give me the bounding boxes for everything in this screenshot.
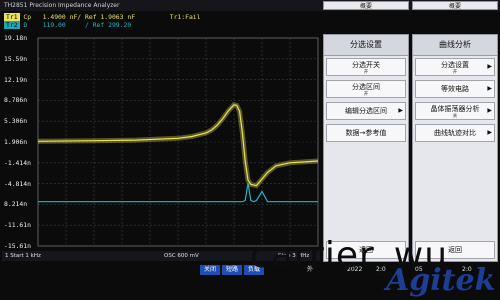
trace-2-ref-value: 299.20 xyxy=(108,21,132,29)
trace-2-value: 119.00 xyxy=(42,21,66,29)
trace-chart xyxy=(37,37,319,247)
trace-2-param: D xyxy=(23,21,28,29)
trace-1-line xyxy=(37,104,319,187)
data-to-ref-button[interactable]: 数据→参考值 xyxy=(326,124,406,142)
open-cal-button[interactable]: 关闭 xyxy=(200,265,220,275)
trace-2-row: Tr2 D 119.00 / Ref 299.20 xyxy=(4,21,131,29)
trace-1-status: Tr1:Fail xyxy=(169,13,201,21)
chevron-right-icon: ▶ xyxy=(487,107,492,114)
trace-1-value: 1.4900 xyxy=(42,13,66,21)
equivalent-circuit-button[interactable]: 等效电路 ▶ xyxy=(415,80,495,98)
trace-2-ref-label: / Ref xyxy=(85,21,105,29)
curve-compare-button[interactable]: 曲线轨迹对比 ▶ xyxy=(415,124,495,142)
chevron-right-icon: ▶ xyxy=(487,63,492,70)
trace-1-band xyxy=(37,102,319,189)
chevron-right-icon: ▶ xyxy=(398,107,403,114)
sweep-start: 1 Start 1 kHz xyxy=(5,253,41,259)
edit-filter-range-button[interactable]: 编辑分选区间 ▶ xyxy=(326,102,406,120)
trace-readout: Tr1 Cp 1.4900 nF/ Ref 1.9063 nF Tr1:Fail… xyxy=(2,12,320,34)
title-bar: TH2851 Precision Impedance Analyzer 概要 概… xyxy=(0,0,500,11)
brand-watermark: Agitek xyxy=(386,263,496,298)
trace-1-badge[interactable]: Tr1 xyxy=(4,13,20,21)
trace-1-unit: nF/ xyxy=(69,13,82,21)
short-cal-button[interactable]: 短路 xyxy=(222,265,242,275)
crystal-analysis-button[interactable]: 晶体振荡器分析关 ▶ xyxy=(415,102,495,120)
chevron-right-icon: ▶ xyxy=(487,85,492,92)
app-title: TH2851 Precision Impedance Analyzer xyxy=(4,2,120,9)
osc-level: OSC 600 mV xyxy=(164,253,199,259)
trace-1-ref-value: 1.9063 xyxy=(100,13,124,21)
curve-analysis-panel: 曲线分析 分选设置开 ▶ 等效电路 ▶ 晶体振荡器分析关 ▶ 曲线轨迹对比 ▶ 返回 xyxy=(412,34,498,262)
plot-area[interactable]: 19.18n 15.59n 12.19n 8.786n 5.306n 1.906n -1.4… xyxy=(0,34,320,250)
filter-switch-button[interactable]: 分选开关开 xyxy=(326,58,406,76)
tab-overview-2[interactable]: 概要 xyxy=(412,1,498,10)
chevron-right-icon: ▶ xyxy=(487,129,492,136)
tab-overview-1[interactable]: 概要 xyxy=(323,1,409,10)
trace-1-param: Cp xyxy=(23,13,32,21)
curve-panel-title: 曲线分析 xyxy=(413,35,497,56)
filter-panel-title: 分选设置 xyxy=(324,35,408,56)
filter-settings-panel: 分选设置 分选开关开 分选区间开 编辑分选区间 ▶ 数据→参考值 返回 xyxy=(323,34,409,262)
trace-2-badge[interactable]: Tr2 xyxy=(4,21,20,29)
trace-1-ref-unit: nF xyxy=(127,13,136,21)
curve-filter-settings-button[interactable]: 分选设置开 ▶ xyxy=(415,58,495,76)
filter-range-button[interactable]: 分选区间开 xyxy=(326,80,406,98)
trace-1-ref-label: Ref xyxy=(85,13,97,21)
trace-1-row: Tr1 Cp 1.4900 nF/ Ref 1.9063 nF Tr1:Fail xyxy=(4,13,201,21)
